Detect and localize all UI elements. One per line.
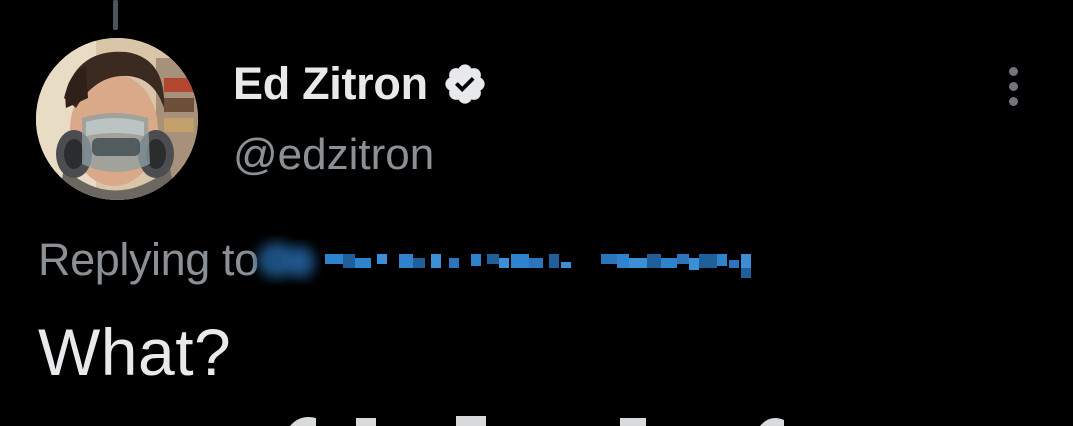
avatar-photo	[36, 38, 198, 200]
thread-connector-line	[113, 0, 118, 30]
replying-to-label: Replying to	[38, 234, 259, 285]
more-options-button[interactable]	[996, 64, 1030, 108]
more-vertical-icon-dot	[1008, 96, 1018, 106]
replying-to-line: Replying to	[38, 232, 1009, 288]
tweet-text: What?	[38, 315, 232, 389]
author-handle[interactable]: @edzitron	[233, 130, 434, 180]
author-display-name[interactable]: Ed Zitron	[233, 58, 428, 110]
next-content-partial	[0, 412, 1073, 426]
author-avatar[interactable]	[36, 38, 198, 200]
more-vertical-icon	[1008, 66, 1018, 76]
verified-badge-icon	[442, 61, 488, 107]
author-name-row[interactable]: Ed Zitron	[233, 56, 488, 112]
more-vertical-icon-dot	[1008, 81, 1018, 91]
reply-target-handles-redacted[interactable]	[249, 232, 1009, 288]
